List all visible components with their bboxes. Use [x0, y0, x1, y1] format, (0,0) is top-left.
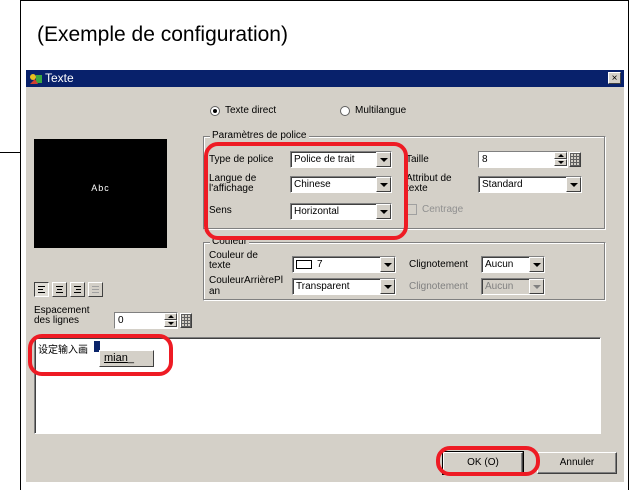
- font-type-select[interactable]: Police de trait: [290, 151, 392, 168]
- size-spinner[interactable]: 8: [478, 151, 568, 168]
- text-preview: Abc: [34, 139, 167, 248]
- align-left-icon[interactable]: [34, 282, 49, 297]
- chevron-down-icon[interactable]: [529, 257, 544, 272]
- chevron-down-icon[interactable]: [529, 279, 544, 294]
- dialog-title: Texte: [45, 71, 74, 85]
- radio-texte-direct-label: Texte direct: [225, 105, 277, 116]
- ok-button[interactable]: OK (O): [442, 451, 524, 475]
- keypad-icon[interactable]: [569, 152, 581, 167]
- text-color-select[interactable]: 7: [292, 256, 396, 273]
- font-type-label: Type de police: [209, 154, 274, 165]
- font-type-value: Police de trait: [294, 154, 355, 165]
- size-value: 8: [482, 154, 488, 165]
- texte-dialog: Texte × Texte direct Multilangue Abc Par…: [26, 70, 624, 482]
- line-spacing-value: 0: [118, 315, 124, 326]
- blink-label: Clignotement: [409, 259, 468, 270]
- bg-blink-value: Aucun: [485, 281, 514, 292]
- chevron-down-icon[interactable]: [380, 279, 395, 294]
- ime-candidate-text: mian: [104, 352, 128, 364]
- bg-blink-label: Clignotement: [409, 281, 468, 292]
- centrage-label: Centrage: [422, 204, 464, 215]
- bg-blink-select[interactable]: Aucun: [481, 278, 545, 295]
- text-color-label: Couleur de texte: [209, 250, 258, 271]
- display-language-select[interactable]: Chinese: [290, 176, 392, 193]
- align-right-icon[interactable]: [70, 282, 85, 297]
- direction-label: Sens: [209, 205, 232, 216]
- ime-candidate-suffix: _: [127, 352, 134, 364]
- display-language-label: Langue de l'affichage: [209, 173, 257, 194]
- figure-caption: (Exemple de configuration): [37, 23, 288, 46]
- chevron-down-icon[interactable]: [376, 204, 391, 219]
- blink-select[interactable]: Aucun: [481, 256, 545, 273]
- align-justify-icon[interactable]: [88, 282, 103, 297]
- text-attribute-select[interactable]: Standard: [478, 176, 582, 193]
- chevron-down-icon[interactable]: [376, 177, 391, 192]
- line-spacing-label: Espacement des lignes: [34, 305, 90, 326]
- text-attribute-label: Attribut de texte: [406, 173, 452, 194]
- radio-multilangue-label: Multilangue: [355, 105, 407, 116]
- line-spacing-spinner[interactable]: 0: [114, 312, 178, 329]
- direction-value: Horizontal: [294, 206, 340, 217]
- bg-color-select[interactable]: Transparent: [292, 278, 396, 295]
- ime-candidate-box[interactable]: mian_: [99, 350, 154, 367]
- close-icon[interactable]: ×: [608, 72, 621, 84]
- dialog-titlebar[interactable]: Texte ×: [26, 70, 624, 87]
- composed-text: 设定输入画: [38, 345, 88, 356]
- margin-line: [0, 152, 20, 153]
- blink-value: Aucun: [485, 259, 514, 270]
- align-center-icon[interactable]: [52, 282, 67, 297]
- spin-arrows[interactable]: [554, 152, 567, 167]
- cancel-button[interactable]: Annuler: [537, 452, 617, 474]
- color-legend: Couleur: [210, 236, 250, 247]
- color-swatch: [296, 260, 312, 269]
- bg-color-value: Transparent: [296, 281, 350, 292]
- bg-color-label: CouleurArrièrePlan: [209, 275, 283, 297]
- texte-app-icon: [30, 74, 42, 84]
- keypad-icon[interactable]: [180, 313, 192, 328]
- direction-select[interactable]: Horizontal: [290, 203, 392, 220]
- display-language-value: Chinese: [294, 179, 331, 190]
- font-settings-legend: Paramètres de police: [210, 130, 309, 141]
- centrage-checkbox[interactable]: [406, 204, 417, 215]
- size-label: Taille: [406, 154, 429, 165]
- chevron-down-icon[interactable]: [376, 152, 391, 167]
- radio-texte-direct[interactable]: [210, 106, 220, 116]
- spin-arrows[interactable]: [164, 313, 177, 328]
- chevron-down-icon[interactable]: [566, 177, 581, 192]
- radio-multilangue[interactable]: [340, 106, 350, 116]
- text-color-value: 7: [317, 259, 323, 270]
- chevron-down-icon[interactable]: [380, 257, 395, 272]
- text-attribute-value: Standard: [482, 179, 523, 190]
- text-input-area[interactable]: 设定输入画 mian_: [34, 337, 601, 434]
- preview-text: Abc: [91, 183, 110, 193]
